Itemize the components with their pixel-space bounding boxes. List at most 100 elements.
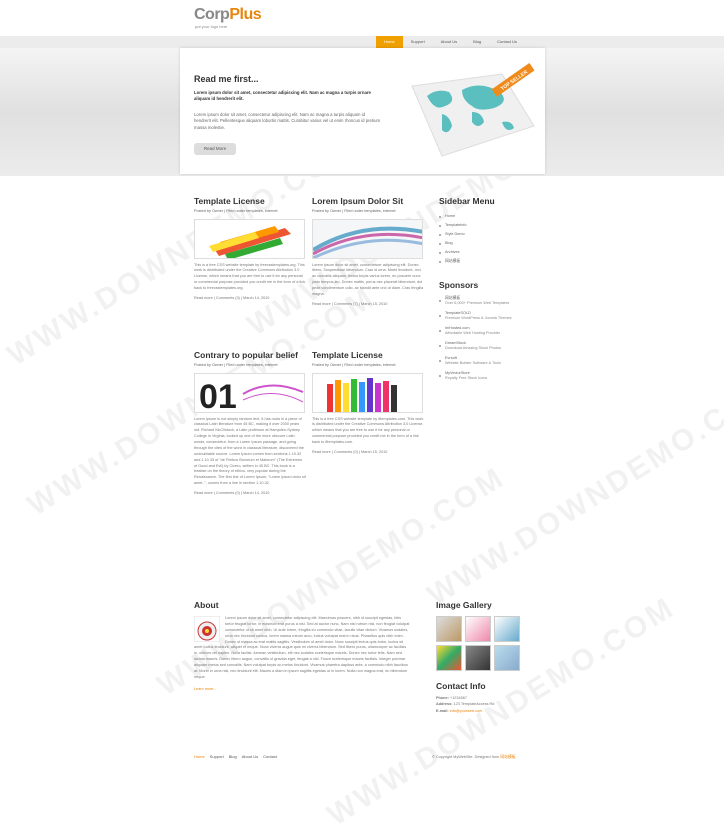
about-section: About Lorem ipsum dolor sit amet, consec… xyxy=(194,600,410,692)
sidebar-item-style-demo[interactable]: Style Demo xyxy=(439,230,534,239)
sponsor-name: ImHosted.com xyxy=(445,326,470,330)
menu-home[interactable]: Home xyxy=(376,36,403,48)
gallery-thumb[interactable] xyxy=(494,645,520,671)
post-thumbnail xyxy=(312,218,423,259)
sidebar-menu-title: Sidebar Menu xyxy=(439,196,495,206)
sponsor-name: DreamStock xyxy=(445,341,466,345)
logo-plus: Plus xyxy=(229,6,262,23)
sponsor-item[interactable]: Evrsoft Website Builder Software & Tools xyxy=(439,356,534,366)
post-meta: Posted by Owner | Filed under templates,… xyxy=(194,363,278,367)
post-card: Template License Posted by Owner | Filed… xyxy=(312,350,424,455)
email-label: E-mail: xyxy=(436,708,449,713)
sidebar-item-blog[interactable]: Blog xyxy=(439,239,534,248)
sponsor-item[interactable]: DreamStock Download Amazing Stock Photos xyxy=(439,341,534,351)
svg-text:01: 01 xyxy=(199,378,237,413)
post-meta: Posted by Owner | Filed under templates,… xyxy=(312,209,396,213)
post-title[interactable]: Lorem Ipsum Dolor Sit xyxy=(312,196,424,206)
post-footer[interactable]: Read more | Comments (0) | March 15, 201… xyxy=(312,450,424,456)
sponsor-desc: Affordable Web Hosting Provider xyxy=(445,331,501,335)
about-title: About xyxy=(194,600,219,610)
copyright-text: © Copyright MyWebSite. Designed from xyxy=(432,755,501,759)
menu-blog[interactable]: Blog xyxy=(465,36,489,48)
header: CorpPlus put your logo here xyxy=(0,0,724,36)
phone-label: Phone: xyxy=(436,696,449,700)
sponsor-desc: Download Amazing Stock Photos xyxy=(445,346,501,350)
post-title[interactable]: Template License xyxy=(194,196,306,206)
learn-more-link[interactable]: Learn more... xyxy=(194,687,217,691)
address-value: 123 TemplateAccess Rd xyxy=(453,702,495,707)
post-text: This is a free CSS website template by f… xyxy=(194,262,306,291)
gallery-thumb[interactable] xyxy=(494,616,520,642)
gallery-thumb[interactable] xyxy=(436,645,462,671)
gallery-title: Image Gallery xyxy=(436,600,492,610)
sponsor-desc: Royalty Free Stock Icons xyxy=(445,376,488,380)
post-text: Lorem ipsum dolor sit amet, consectetuer… xyxy=(312,262,424,296)
menu-about[interactable]: About Us xyxy=(433,36,465,48)
email-link[interactable]: info@yourweb.com xyxy=(450,709,483,713)
logo-corp: Corp xyxy=(194,6,230,23)
sponsors-list: 网站模板 Over 6,000+ Premium Web Templates Te… xyxy=(439,296,534,381)
menu-contact[interactable]: Contact Us xyxy=(489,36,525,48)
post-footer[interactable]: Read more | Comments (7) | March 15, 201… xyxy=(312,302,424,308)
sidebar: Sidebar Menu Home Templateinfo Style Dem… xyxy=(439,196,534,386)
copyright-link[interactable]: 网站模板 xyxy=(500,755,515,759)
sponsor-desc: Over 6,000+ Premium Web Templates xyxy=(445,301,510,305)
world-map-image: TOP SELLER xyxy=(402,56,542,168)
post-meta: Posted by Owner | Filed under templates,… xyxy=(194,209,278,213)
post-text: Lorem Ipsum is not simply random text. I… xyxy=(194,416,306,486)
menu-support[interactable]: Support xyxy=(403,36,433,48)
read-more-button[interactable]: Read More xyxy=(194,143,236,155)
logo[interactable]: CorpPlus xyxy=(194,6,262,24)
gallery-section: Image Gallery Contact Info Phone: +12345… xyxy=(436,600,536,714)
watermark: WWW.DOWNDEMO.COM xyxy=(421,370,724,613)
phone-value: +1234567 xyxy=(449,696,467,700)
sponsor-item[interactable]: 网站模板 Over 6,000+ Premium Web Templates xyxy=(439,296,534,306)
copyright: © Copyright MyWebSite. Designed from 网站模… xyxy=(432,752,516,762)
sponsor-item[interactable]: TemplateSOLD Premium WordPress & Joomla T… xyxy=(439,311,534,321)
footer-link-about[interactable]: About Us xyxy=(242,752,258,762)
sponsor-item[interactable]: ImHosted.com Affordable Web Hosting Provi… xyxy=(439,326,534,336)
sponsors-title: Sponsors xyxy=(439,280,479,290)
sponsor-name: Evrsoft xyxy=(445,356,457,360)
post-meta: Posted by Owner | Filed under templates,… xyxy=(312,363,396,367)
post-text: This is a free CSS website template by 8… xyxy=(312,416,424,445)
footer-link-home[interactable]: Home xyxy=(194,752,205,762)
gallery-thumb[interactable] xyxy=(465,616,491,642)
about-body: Lorem ipsum dolor sit amet, consectetur … xyxy=(194,616,410,681)
sponsor-name: 网站模板 xyxy=(445,296,461,300)
sponsor-desc: Premium WordPress & Joomla Themes xyxy=(445,316,512,320)
about-text: Lorem ipsum dolor sit amet, consectetur … xyxy=(194,616,410,679)
sponsor-name: MyVectorStore xyxy=(445,371,470,375)
tagline: put your logo here xyxy=(195,24,228,29)
sponsor-item[interactable]: MyVectorStore Royalty Free Stock Icons xyxy=(439,371,534,381)
post-thumbnail: 01 xyxy=(194,372,305,413)
post-card: Template License Posted by Owner | Filed… xyxy=(194,196,306,301)
hero-text: Lorem ipsum dolor sit amet, consectetur … xyxy=(194,112,381,130)
post-title[interactable]: Template License xyxy=(312,350,424,360)
sidebar-item-templateinfo[interactable]: Templateinfo xyxy=(439,221,534,230)
sponsor-desc: Website Builder Software & Tools xyxy=(445,361,501,365)
hero-intro: Lorem ipsum dolor sit amet, consectetur … xyxy=(194,90,371,102)
post-thumbnail xyxy=(194,218,305,259)
sidebar-menu: Home Templateinfo Style Demo Blog Archiv… xyxy=(439,212,534,266)
sidebar-item-templates[interactable]: 网站模板 xyxy=(439,257,534,266)
address-label: Address: xyxy=(436,702,453,707)
footer-link-blog[interactable]: Blog xyxy=(229,752,237,762)
post-title[interactable]: Contrary to popular belief xyxy=(194,350,306,360)
post-footer[interactable]: Read more | Comments (0) | March 14, 201… xyxy=(194,491,306,497)
post-footer[interactable]: Read more | Comments (3) | March 14, 201… xyxy=(194,296,306,302)
gallery-grid xyxy=(436,616,536,671)
hero-title: Read me first... xyxy=(194,74,259,84)
sidebar-item-archives[interactable]: Archives xyxy=(439,248,534,257)
gallery-thumb[interactable] xyxy=(436,616,462,642)
post-card: Contrary to popular belief Posted by Own… xyxy=(194,350,306,497)
sponsor-name: TemplateSOLD xyxy=(445,311,471,315)
sidebar-item-home[interactable]: Home xyxy=(439,212,534,221)
post-thumbnail xyxy=(312,372,423,413)
footer-link-support[interactable]: Support xyxy=(210,752,224,762)
post-card: Lorem Ipsum Dolor Sit Posted by Owner | … xyxy=(312,196,424,307)
footer-link-contact[interactable]: Contact xyxy=(263,752,277,762)
target-icon xyxy=(194,616,220,642)
gallery-thumb[interactable] xyxy=(465,645,491,671)
main-menu: Home Support About Us Blog Contact Us xyxy=(376,36,525,48)
